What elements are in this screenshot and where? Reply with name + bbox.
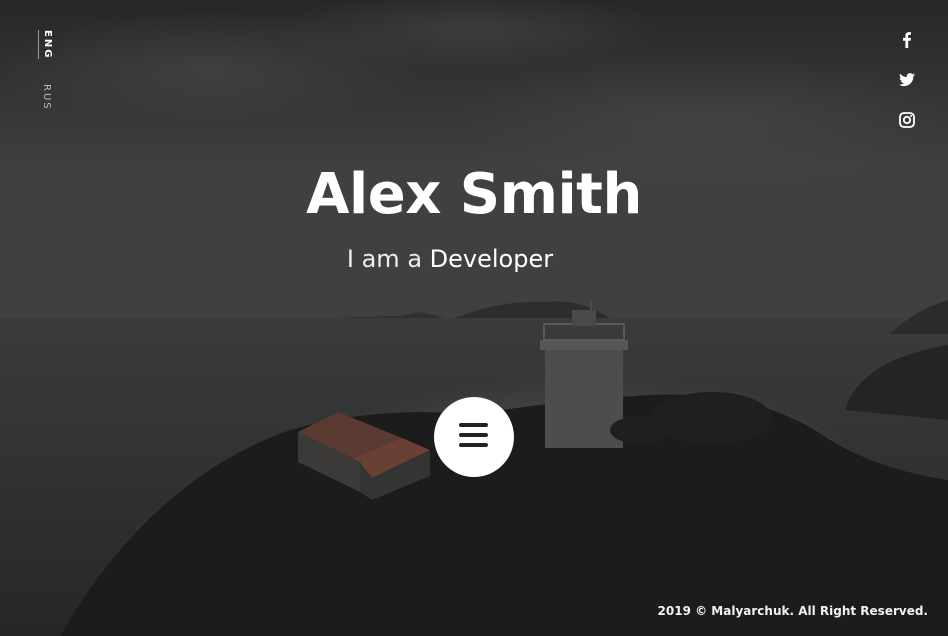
lang-rus[interactable]: RUS bbox=[38, 84, 52, 111]
hero-subtitle-prefix: I am a bbox=[346, 245, 423, 273]
hero-background bbox=[0, 0, 948, 636]
menu-bar-top bbox=[459, 423, 488, 427]
facebook-icon bbox=[903, 32, 911, 48]
instagram-icon bbox=[899, 112, 915, 128]
menu-button[interactable] bbox=[434, 397, 514, 477]
twitter-link[interactable] bbox=[898, 71, 916, 89]
hamburger-menu-icon bbox=[459, 423, 489, 451]
background-scene bbox=[0, 0, 948, 636]
hero-role: Developer bbox=[429, 245, 554, 273]
hero-name: Alex Smith bbox=[306, 162, 642, 227]
twitter-icon bbox=[899, 73, 915, 87]
hero-subtitle: I am a Developer bbox=[0, 243, 900, 275]
facebook-link[interactable] bbox=[898, 31, 916, 49]
menu-bar-bottom bbox=[459, 443, 488, 447]
lang-eng[interactable]: ENG bbox=[38, 30, 53, 60]
instagram-link[interactable] bbox=[898, 111, 916, 129]
footer-copyright: 2019 © Malyarchuk. All Right Reserved. bbox=[657, 604, 928, 618]
menu-bar-middle bbox=[459, 433, 488, 437]
